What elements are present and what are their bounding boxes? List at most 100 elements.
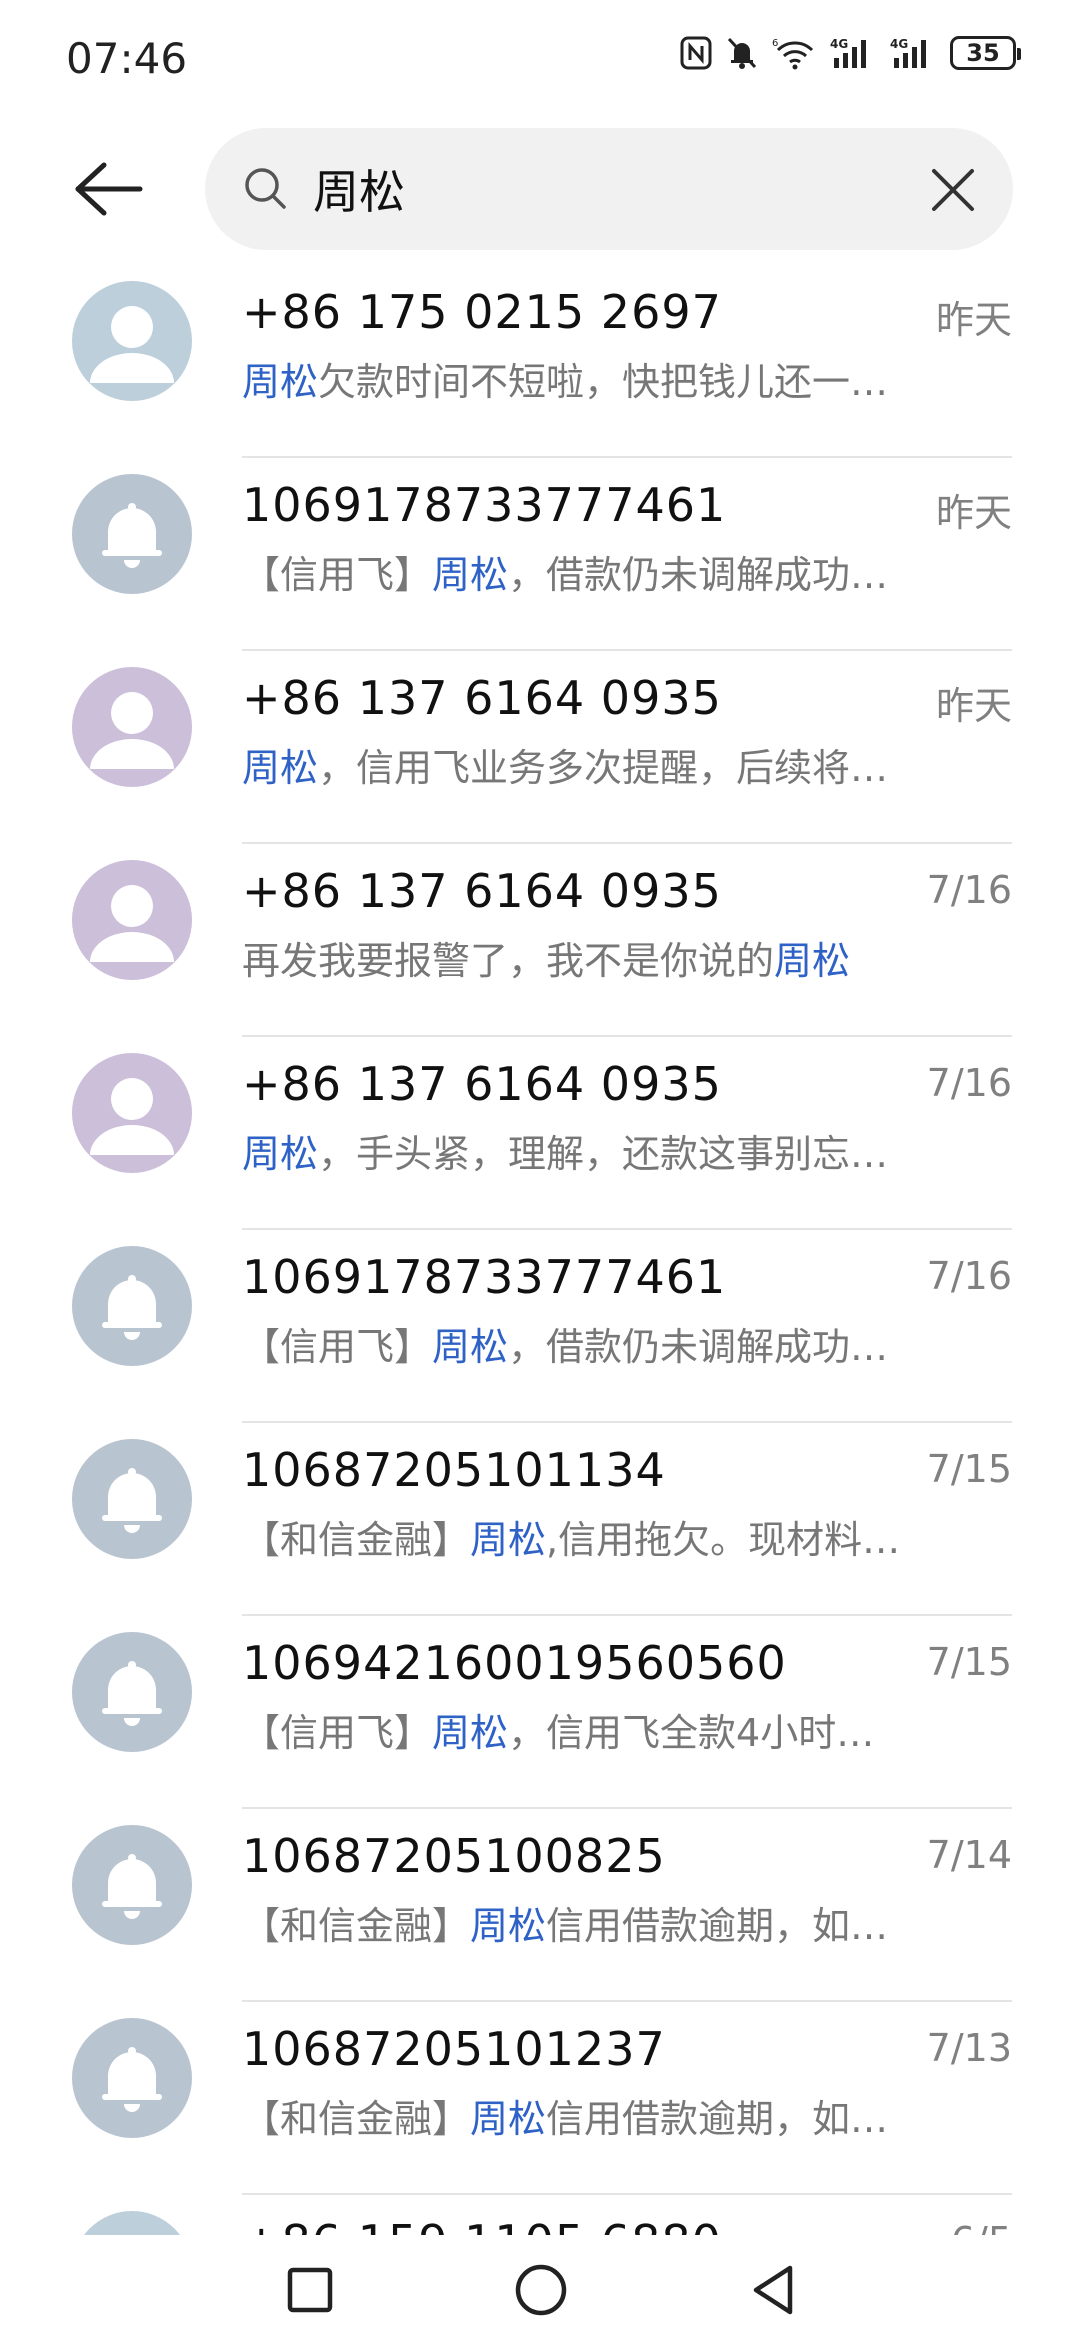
person-icon (90, 885, 174, 962)
search-match: 周松 (242, 746, 319, 790)
battery-indicator: 35 (950, 36, 1021, 70)
avatar (72, 2018, 192, 2138)
message-preview: 【信用飞】周松，借款仍未调解成功… (242, 544, 962, 599)
search-match: 周松 (432, 1325, 509, 1369)
message-sender: +86 137 6164 0935 (242, 1057, 722, 1111)
person-icon (90, 1078, 174, 1155)
preview-prefix: 【和信金融】 (242, 2097, 471, 2141)
message-preview: 【和信金融】周松信用借款逾期，如… (242, 1895, 962, 1950)
message-date: 7/16 (926, 1061, 1012, 1105)
message-sender: 10687205101237 (242, 2022, 666, 2076)
message-date: 7/16 (926, 868, 1012, 912)
message-item[interactable]: 1069178733777461 昨天 【信用飞】周松，借款仍未调解成功… (0, 458, 1080, 651)
recent-apps-button[interactable] (275, 2255, 345, 2325)
navigation-bar (0, 2235, 1080, 2340)
search-match: 周松 (242, 360, 319, 404)
mute-bell-icon (726, 36, 758, 70)
preview-suffix: ,信用拖欠。现材料… (546, 1518, 901, 1562)
person-icon (90, 692, 174, 769)
square-icon (287, 2267, 333, 2313)
wifi-icon: 6 (772, 36, 816, 70)
battery-level: 35 (966, 39, 1000, 67)
message-item[interactable]: 1069178733777461 7/16 【信用飞】周松，借款仍未调解成功… (0, 1230, 1080, 1423)
bell-icon (102, 503, 162, 568)
search-match: 周松 (432, 553, 509, 597)
message-item[interactable]: +86 137 6164 0935 7/16 再发我要报警了，我不是你说的周松 (0, 844, 1080, 1037)
avatar (72, 1439, 192, 1559)
avatar (72, 1632, 192, 1752)
status-bar: 07:46 6 4G 4G 35 (0, 0, 1080, 120)
search-match: 周松 (242, 1132, 319, 1176)
preview-suffix: 欠款时间不短啦，快把钱儿还一… (318, 360, 889, 404)
message-preview: 【和信金融】周松信用借款逾期，如… (242, 2088, 962, 2143)
bell-icon (102, 1468, 162, 1533)
message-sender: 1069178733777461 (242, 478, 727, 532)
message-item[interactable]: 106942160019560560 7/15 【信用飞】周松，信用飞全款4小时… (0, 1616, 1080, 1809)
message-date: 7/16 (926, 1254, 1012, 1298)
message-sender: 10687205101134 (242, 1443, 666, 1497)
search-match: 周松 (470, 1518, 547, 1562)
clear-search-button[interactable] (921, 158, 985, 222)
message-date: 7/13 (926, 2026, 1012, 2070)
message-list[interactable]: +86 175 0215 2697 昨天 周松欠款时间不短啦，快把钱儿还一… 1… (0, 265, 1080, 2235)
message-item[interactable]: +86 159 1105 6880 6/5 (0, 2195, 1080, 2235)
person-icon (72, 2211, 192, 2235)
circle-icon (515, 2264, 567, 2316)
search-icon (243, 166, 287, 214)
nav-back-button[interactable] (738, 2255, 808, 2325)
preview-suffix: ，信用飞业务多次提醒，后续将… (318, 746, 889, 790)
avatar (72, 281, 192, 401)
search-match: 周松 (470, 2097, 547, 2141)
message-date: 昨天 (935, 684, 1012, 728)
avatar (72, 1825, 192, 1945)
search-row (0, 128, 1080, 250)
message-preview: 【和信金融】周松,信用拖欠。现材料… (242, 1509, 962, 1564)
message-item[interactable]: 10687205101237 7/13 【和信金融】周松信用借款逾期，如… (0, 2002, 1080, 2195)
search-match: 周松 (470, 1904, 547, 1948)
bell-icon (102, 1275, 162, 1340)
message-item[interactable]: +86 137 6164 0935 昨天 周松，信用飞业务多次提醒，后续将… (0, 651, 1080, 844)
message-date: 7/15 (926, 1447, 1012, 1491)
triangle-back-icon (753, 2265, 793, 2315)
nfc-icon (680, 36, 712, 70)
message-date: 7/15 (926, 1640, 1012, 1684)
search-match: 周松 (432, 1711, 509, 1755)
preview-suffix: ，信用飞全款4小时… (508, 1711, 875, 1755)
message-item[interactable]: 10687205100825 7/14 【和信金融】周松信用借款逾期，如… (0, 1809, 1080, 2002)
signal-4g-icon: 4G (830, 36, 876, 70)
message-item[interactable]: 10687205101134 7/15 【和信金融】周松,信用拖欠。现材料… (0, 1423, 1080, 1616)
message-preview: 周松，手头紧，理解，还款这事别忘… (242, 1123, 962, 1178)
message-sender: 10687205100825 (242, 1829, 666, 1883)
preview-prefix: 再发我要报警了，我不是你说的 (242, 939, 775, 983)
avatar (72, 860, 192, 980)
message-sender: +86 175 0215 2697 (242, 285, 722, 339)
message-item[interactable]: +86 175 0215 2697 昨天 周松欠款时间不短啦，快把钱儿还一… (0, 265, 1080, 458)
home-button[interactable] (506, 2255, 576, 2325)
person-icon (90, 306, 174, 383)
message-date: 6/5 (951, 2219, 1012, 2235)
message-item[interactable]: +86 137 6164 0935 7/16 周松，手头紧，理解，还款这事别忘… (0, 1037, 1080, 1230)
signal-4g-icon: 4G (890, 36, 936, 70)
avatar (72, 2211, 192, 2235)
preview-prefix: 【和信金融】 (242, 1904, 471, 1948)
back-button[interactable] (66, 150, 152, 228)
preview-suffix: 信用借款逾期，如… (546, 1904, 889, 1948)
avatar (72, 1246, 192, 1366)
search-input[interactable] (313, 158, 873, 220)
preview-prefix: 【信用飞】 (242, 1711, 433, 1755)
message-sender: 106942160019560560 (242, 1636, 787, 1690)
avatar (72, 667, 192, 787)
message-sender: +86 137 6164 0935 (242, 671, 722, 725)
bell-icon (102, 2047, 162, 2112)
search-box[interactable] (205, 128, 1013, 250)
arrow-left-icon (75, 162, 143, 216)
preview-prefix: 【信用飞】 (242, 1325, 433, 1369)
message-preview: 【信用飞】周松，信用飞全款4小时… (242, 1702, 962, 1757)
status-icons: 6 4G 4G 35 (680, 36, 1021, 70)
message-date: 7/14 (926, 1833, 1012, 1877)
svg-text:4G: 4G (830, 37, 848, 51)
avatar (72, 1053, 192, 1173)
preview-suffix: ，手头紧，理解，还款这事别忘… (318, 1132, 889, 1176)
message-preview: 周松，信用飞业务多次提醒，后续将… (242, 737, 962, 792)
message-sender: +86 137 6164 0935 (242, 864, 722, 918)
